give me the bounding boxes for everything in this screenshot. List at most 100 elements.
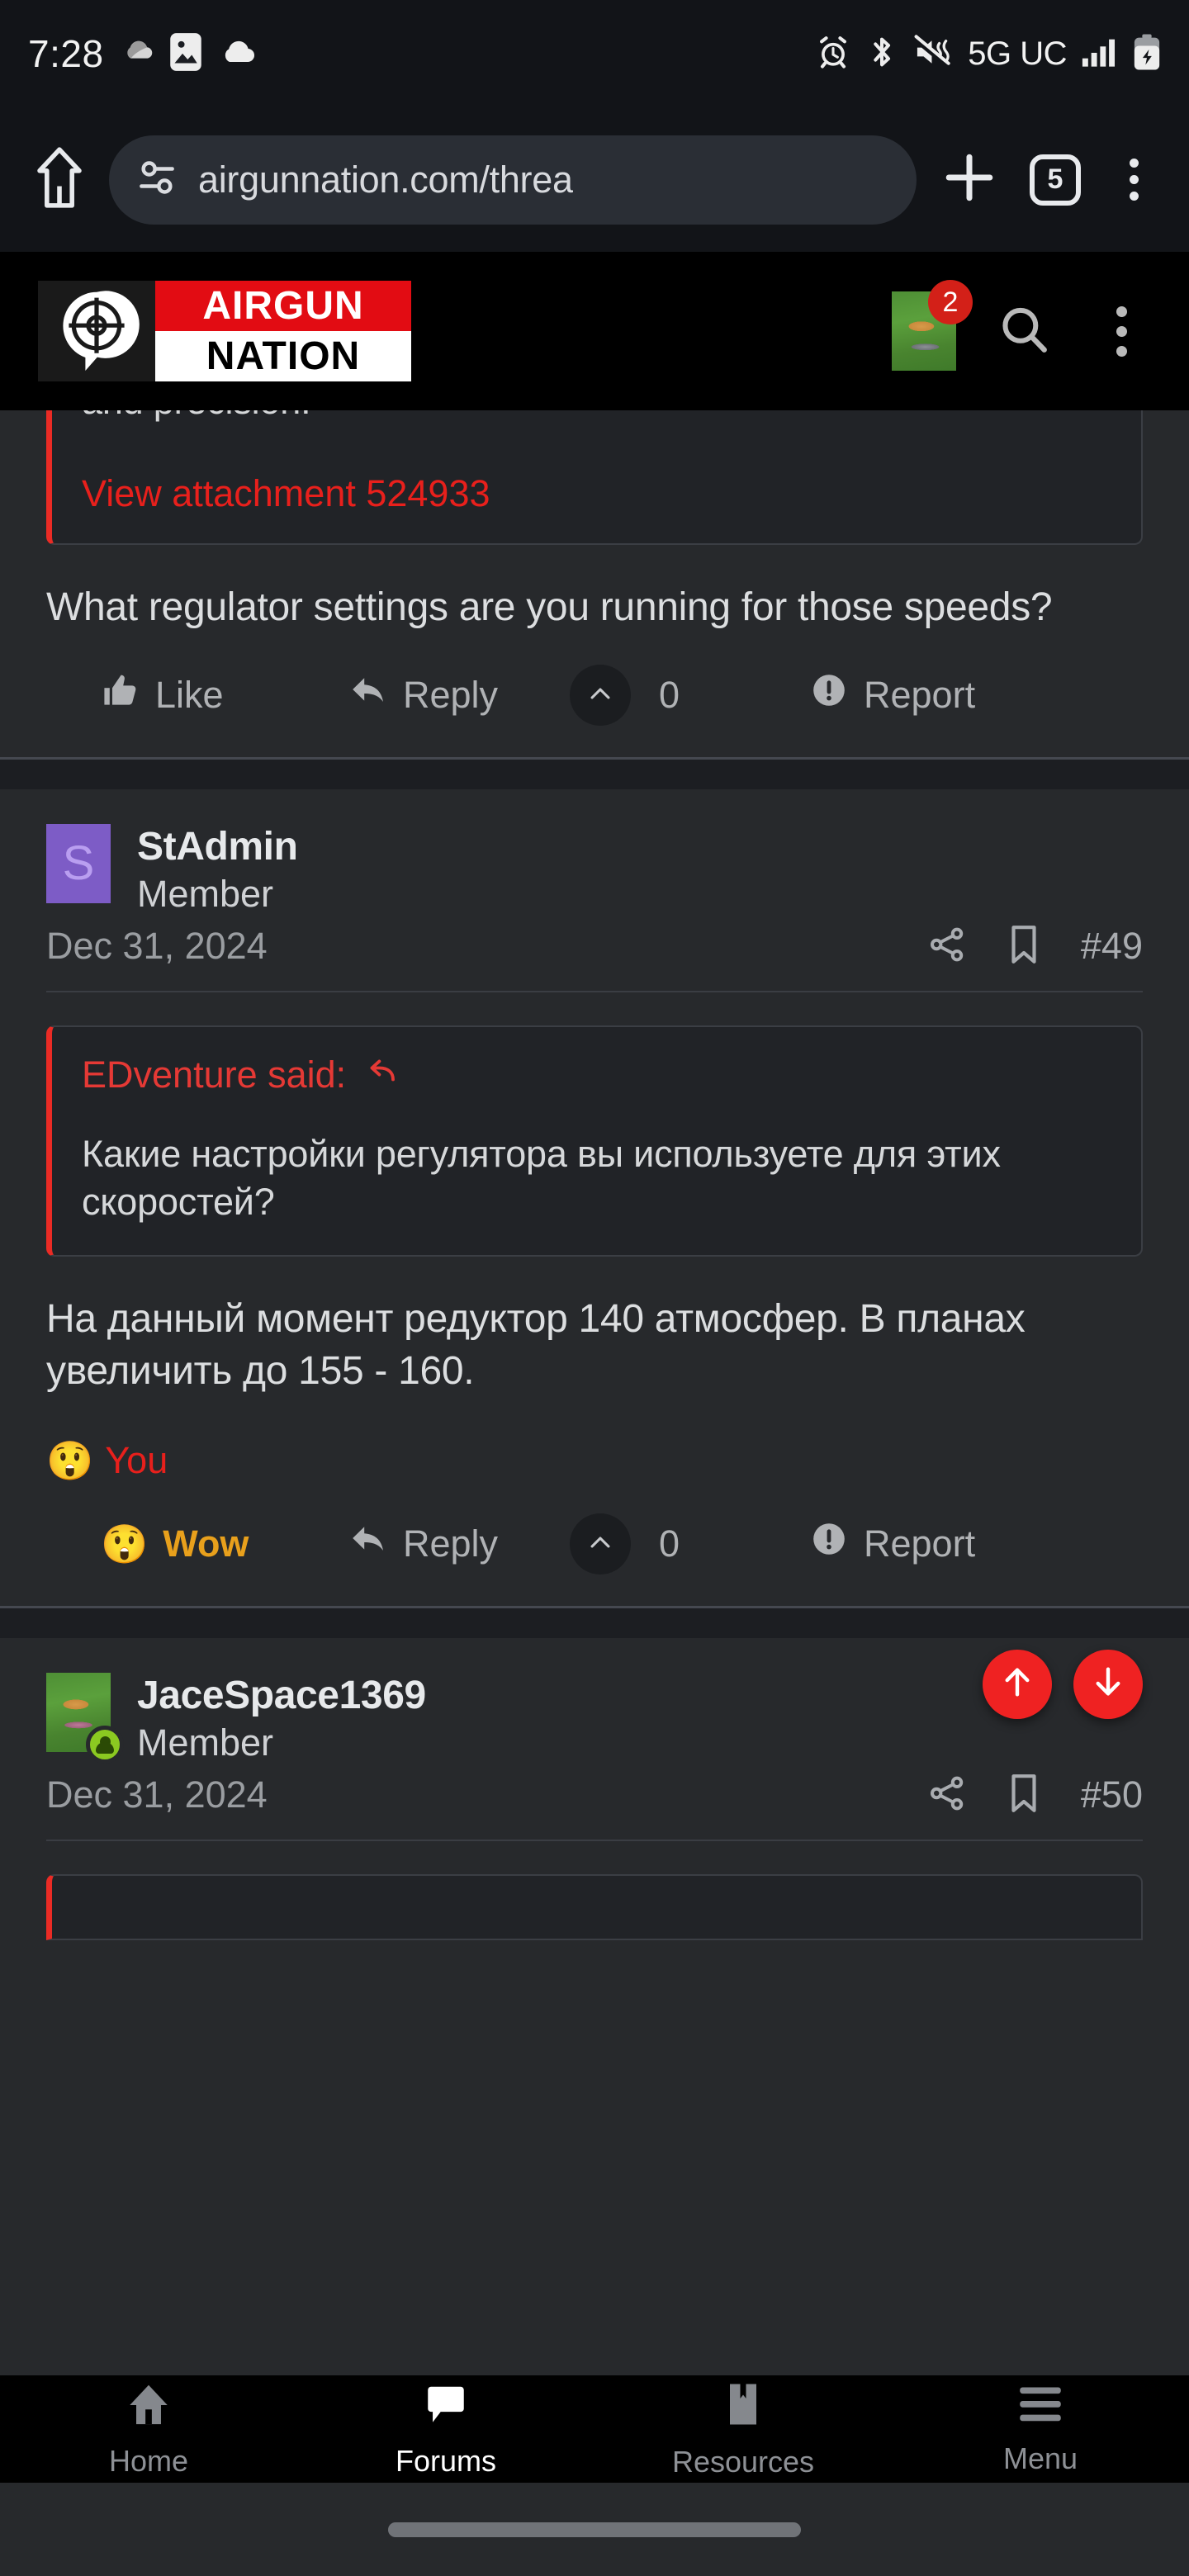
- upvote-button[interactable]: [570, 664, 631, 726]
- site-menu-button[interactable]: [1092, 301, 1151, 361]
- post-reaction-summary[interactable]: 😲 You: [46, 1398, 1143, 1482]
- site-header: AIRGUN NATION 2: [0, 252, 1189, 410]
- reaction-label: You: [105, 1438, 168, 1481]
- crosshair-scope-icon: [38, 281, 155, 381]
- android-status-bar: 7:28 5G UC: [0, 0, 1189, 107]
- quote-block[interactable]: [46, 1873, 1143, 1940]
- post-meta-row: Dec 31, 2024 #49: [46, 916, 1143, 969]
- post-partial-top: and precision. View attachment 524933 Wh…: [0, 410, 1189, 757]
- author-name[interactable]: StAdmin: [137, 824, 298, 869]
- three-dot-menu-icon: [1129, 159, 1139, 201]
- post-date[interactable]: Dec 31, 2024: [46, 925, 268, 968]
- report-button[interactable]: Report: [809, 670, 975, 719]
- reply-label: Reply: [403, 673, 499, 716]
- nav-item-resources[interactable]: Resources: [594, 2379, 892, 2479]
- scroll-down-button[interactable]: [1073, 1649, 1143, 1719]
- three-dot-menu-icon: [1116, 305, 1127, 357]
- site-header-actions: 2: [892, 280, 1151, 371]
- report-button[interactable]: Report: [809, 1519, 975, 1568]
- bluetooth-icon: [865, 33, 898, 75]
- new-tab-button[interactable]: [926, 137, 1012, 223]
- nav-label-resources: Resources: [671, 2444, 815, 2479]
- post-number[interactable]: #50: [1081, 1773, 1143, 1816]
- browser-menu-button[interactable]: [1098, 137, 1169, 223]
- weather-cloud-icon: [117, 33, 155, 75]
- post-actions: 😲 Wow Reply 0 Report: [46, 1482, 1143, 1606]
- post-header: S StAdmin Member Dec 31, 2024 #49: [46, 789, 1143, 992]
- search-button[interactable]: [994, 301, 1054, 361]
- reply-button[interactable]: Reply: [348, 670, 570, 719]
- cloud-icon: [216, 36, 256, 73]
- post-header: JaceSpace1369 Member Dec 31, 2024 #50: [46, 1638, 1143, 1841]
- share-icon[interactable]: [927, 925, 967, 968]
- vote-count: 0: [659, 673, 680, 716]
- gesture-pill[interactable]: [388, 2522, 801, 2537]
- post-50: JaceSpace1369 Member Dec 31, 2024 #50: [0, 1638, 1189, 1940]
- url-bar[interactable]: airgunnation.com/threa: [109, 135, 917, 225]
- attachment-link[interactable]: View attachment 524933: [82, 472, 1111, 515]
- scroll-up-button[interactable]: [983, 1649, 1052, 1719]
- astonished-face-icon: 😲: [101, 1522, 149, 1565]
- scroll-fab-group: [983, 1649, 1143, 1719]
- site-logo[interactable]: AIRGUN NATION: [38, 281, 411, 381]
- post-meta-actions: #50: [927, 1773, 1143, 1818]
- alarm-icon: [815, 34, 851, 74]
- logo-airgun-text: AIRGUN: [155, 281, 411, 331]
- share-icon[interactable]: [927, 1773, 967, 1817]
- nav-item-menu[interactable]: Menu: [892, 2383, 1189, 2476]
- jump-to-quote-icon[interactable]: [364, 1054, 399, 1097]
- quote-text: and precision.: [82, 410, 1111, 426]
- post-date[interactable]: Dec 31, 2024: [46, 1773, 268, 1816]
- nav-label-home: Home: [108, 2443, 189, 2478]
- post-meta-actions: #49: [927, 924, 1143, 969]
- status-bar-left: 7:28: [28, 31, 256, 77]
- plus-icon: [940, 149, 998, 211]
- logo-nation-text: NATION: [155, 331, 411, 381]
- phone-screen: 7:28 5G UC airgunnation.com/threa 5 AIRG…: [0, 0, 1189, 2576]
- post-gap: [0, 759, 1189, 789]
- search-icon: [997, 302, 1051, 361]
- report-label: Report: [864, 673, 976, 716]
- upvote-button[interactable]: [570, 1513, 631, 1574]
- avatar[interactable]: [46, 1672, 124, 1764]
- hamburger-menu-icon: [1016, 2383, 1065, 2430]
- notification-badge: 2: [928, 280, 973, 324]
- reply-arrow-icon: [348, 1519, 388, 1568]
- avatar[interactable]: 2: [892, 280, 973, 371]
- post-number[interactable]: #49: [1081, 925, 1143, 968]
- bookmark-icon[interactable]: [1007, 1773, 1041, 1818]
- avatar[interactable]: S: [46, 823, 111, 903]
- quote-attribution[interactable]: EDventure said:: [82, 1054, 1111, 1097]
- post-actions: Like Reply 0 Report: [46, 633, 1143, 757]
- author-names: StAdmin Member: [137, 824, 298, 916]
- vote-control[interactable]: 0: [570, 1513, 809, 1574]
- thumbs-up-icon: [101, 670, 140, 719]
- browser-home-button[interactable]: [20, 140, 99, 220]
- author-title: Member: [137, 1721, 274, 1764]
- reaction-button[interactable]: 😲 Wow: [101, 1522, 348, 1565]
- speech-bubble-icon: [422, 2380, 470, 2432]
- tune-permissions-icon[interactable]: [134, 154, 180, 205]
- exclamation-circle-icon: [809, 1519, 849, 1568]
- quote-block[interactable]: and precision. View attachment 524933: [46, 410, 1143, 545]
- author-name[interactable]: JaceSpace1369: [137, 1673, 426, 1718]
- bookmark-icon[interactable]: [1007, 924, 1041, 969]
- quote-block[interactable]: EDventure said: Какие настройки регулято…: [46, 1025, 1143, 1257]
- like-button[interactable]: Like: [101, 670, 348, 719]
- vibrate-mute-icon: [912, 34, 954, 73]
- nav-item-forums[interactable]: Forums: [297, 2380, 594, 2479]
- vote-control[interactable]: 0: [570, 664, 809, 726]
- post-meta-row: Dec 31, 2024 #50: [46, 1764, 1143, 1818]
- reply-button[interactable]: Reply: [348, 1519, 570, 1568]
- quote-author-label: EDventure said:: [82, 1054, 347, 1096]
- nav-item-home[interactable]: Home: [0, 2380, 297, 2479]
- gesture-navigation-bar[interactable]: [0, 2483, 1189, 2576]
- post-header-separator: [46, 1839, 1143, 1841]
- photos-icon: [168, 31, 203, 77]
- tab-switcher-button[interactable]: 5: [1012, 137, 1098, 223]
- author-title: Member: [137, 872, 274, 915]
- site-logo-wordmark: AIRGUN NATION: [155, 281, 411, 381]
- battery-charging-icon: [1133, 33, 1161, 75]
- report-label: Report: [864, 1522, 976, 1565]
- thread-content[interactable]: and precision. View attachment 524933 Wh…: [0, 410, 1189, 2375]
